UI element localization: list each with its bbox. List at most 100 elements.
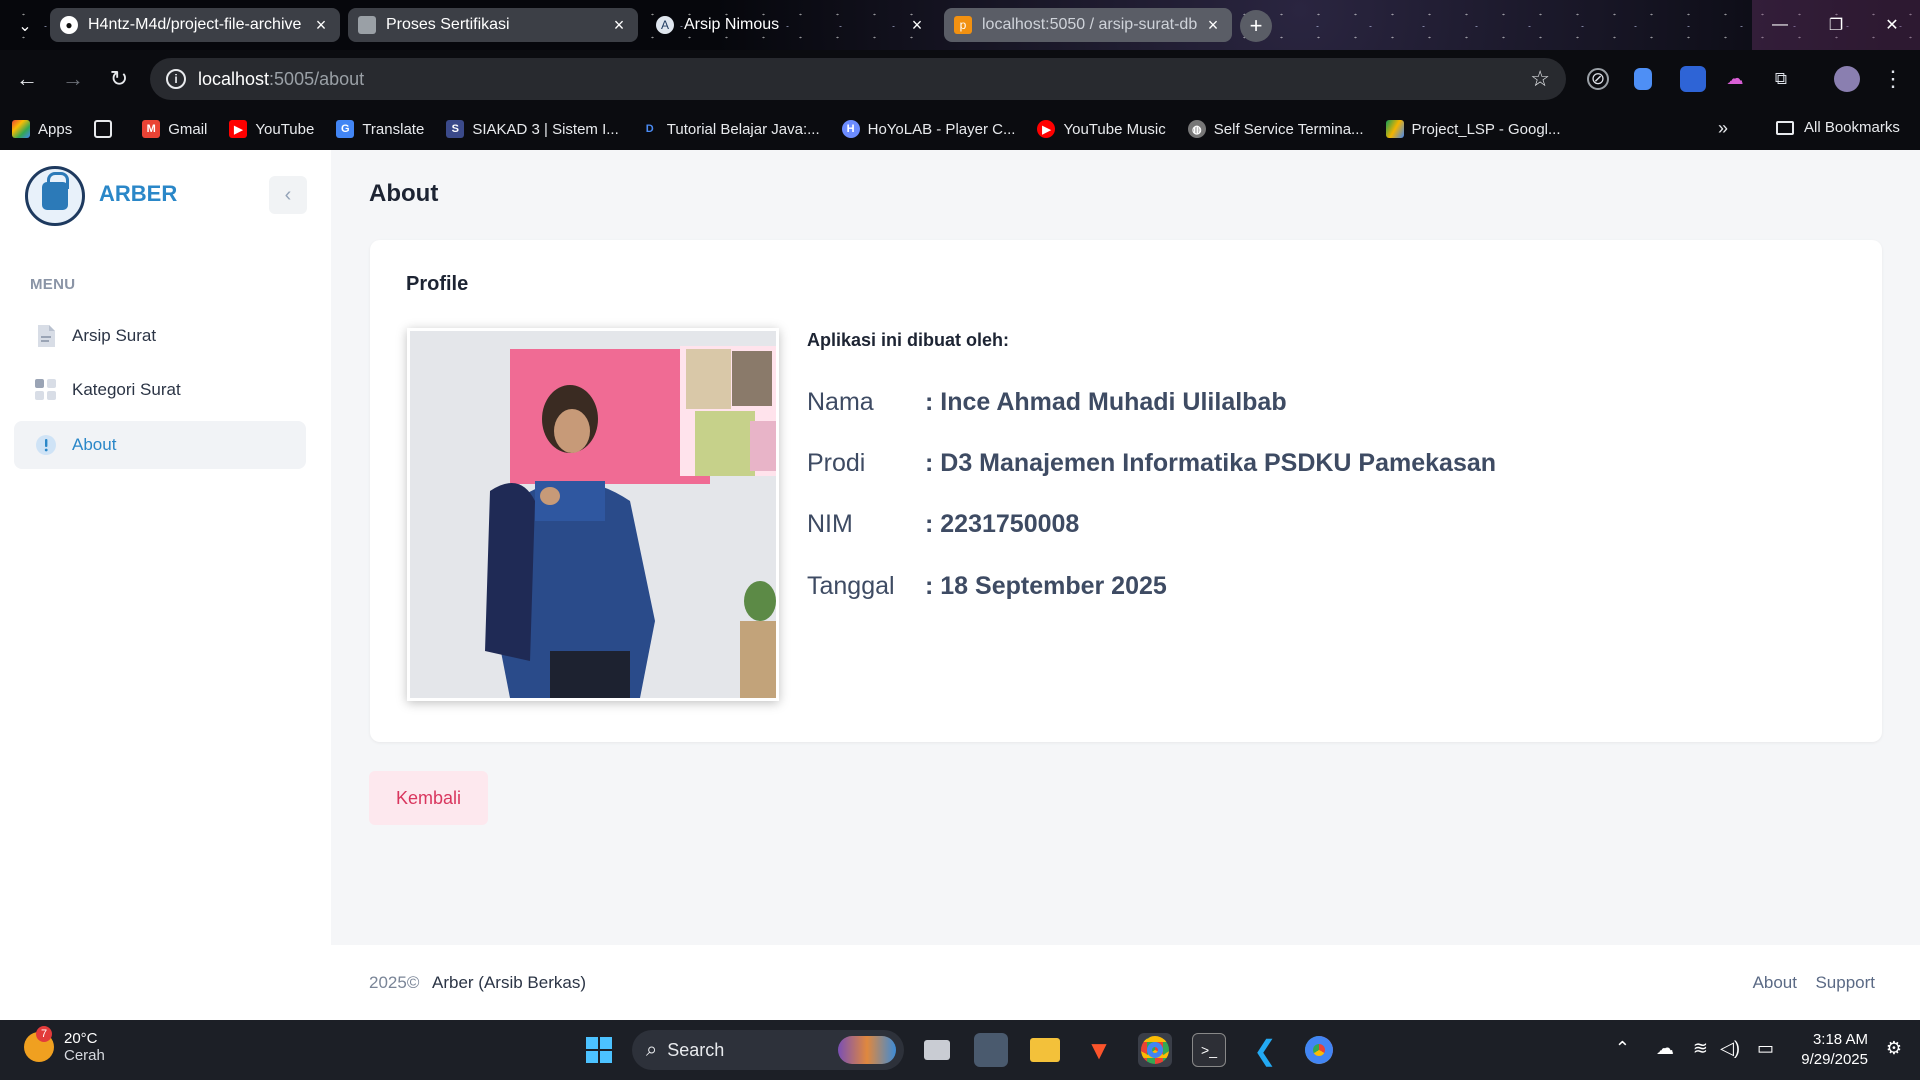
bookmark-hoyolab[interactable]: H HoYoLAB - Player C... (841, 120, 1015, 138)
sidebar-item-about[interactable]: About (14, 421, 306, 469)
close-icon[interactable]: × (908, 15, 926, 36)
bookmark-grid[interactable] (94, 120, 120, 138)
url-bar[interactable]: i localhost:5005/about ☆ (150, 58, 1566, 100)
windows-start-icon[interactable] (582, 1033, 616, 1067)
maximize-icon[interactable]: ❐ (1808, 0, 1864, 50)
battery-icon[interactable]: ▭ (1757, 1038, 1774, 1059)
close-icon[interactable]: × (312, 15, 330, 36)
detail-row-nim: NIM : 2231750008 (807, 510, 1079, 539)
minimize-icon[interactable]: — (1752, 0, 1808, 50)
weather-badge: 7 (36, 1026, 52, 1042)
site-info-icon[interactable]: i (166, 69, 186, 89)
form-icon (358, 16, 376, 34)
bookmark-star-icon[interactable]: ☆ (1530, 66, 1550, 92)
forward-icon[interactable]: → (54, 60, 92, 98)
chevron-up-icon[interactable]: ⌃ (1615, 1038, 1630, 1059)
detail-value: : 2231750008 (925, 510, 1080, 538)
more-bookmarks-icon[interactable]: » (1718, 118, 1728, 139)
copy-extension-icon[interactable] (1680, 66, 1706, 92)
cloud-extension-icon[interactable]: ☁ (1722, 66, 1748, 92)
volume-icon[interactable]: ◁) (1720, 1038, 1740, 1059)
card-title: Profile (406, 273, 469, 295)
address-bar-row: ← → ↻ i localhost:5005/about ☆ ⊘ ☁ ⧉ ⋮ (0, 50, 1920, 108)
task-view-icon[interactable] (920, 1033, 954, 1067)
reload-icon[interactable]: ↻ (100, 60, 138, 98)
back-button[interactable]: Kembali (369, 771, 488, 825)
notification-icon[interactable]: ⚙ (1886, 1038, 1902, 1059)
docs-extension-icon[interactable] (1634, 68, 1652, 90)
bookmark-tutorial-java[interactable]: D Tutorial Belajar Java:... (641, 120, 820, 138)
detail-row-prodi: Prodi : D3 Manajemen Informatika PSDKU P… (807, 449, 1496, 478)
detail-key: Nama (807, 388, 874, 416)
terminal-icon[interactable]: >_ (1192, 1033, 1226, 1067)
app-icon[interactable] (974, 1033, 1008, 1067)
file-explorer-icon[interactable] (1028, 1033, 1062, 1067)
bookmark-self-service[interactable]: ◍ Self Service Termina... (1187, 120, 1364, 138)
footer-year: 2025© (369, 973, 420, 992)
clock-date: 9/29/2025 (1801, 1051, 1868, 1068)
youtube-music-icon: ▶ (1037, 120, 1056, 138)
wifi-icon[interactable]: ≋ (1693, 1038, 1708, 1059)
close-window-icon[interactable]: ✕ (1864, 0, 1920, 50)
chrome-profile-icon[interactable] (1302, 1033, 1336, 1067)
search-highlight-icon (838, 1036, 896, 1064)
gmail-icon: M (142, 120, 161, 138)
detail-row-nama: Nama : Ince Ahmad Muhadi Ulilalbab (807, 388, 1287, 417)
footer: 2025© Arber (Arsib Berkas) About Support (331, 945, 1920, 1020)
close-icon[interactable]: × (610, 15, 628, 36)
brand-logo-icon (25, 166, 85, 226)
brave-icon[interactable]: ▼ (1082, 1033, 1116, 1067)
bookmark-siakad[interactable]: S SIAKAD 3 | Sistem I... (446, 120, 619, 138)
dicoding-icon: D (645, 123, 654, 135)
clock[interactable]: 3:18 AM 9/29/2025 (1801, 1030, 1868, 1070)
sidebar-item-arsip-surat[interactable]: Arsip Surat (14, 312, 306, 360)
detail-key: Prodi (807, 449, 866, 477)
tab-search-button[interactable]: ⌄ (12, 13, 38, 39)
bookmark-youtube[interactable]: ▶ YouTube (229, 120, 314, 138)
profile-avatar-icon[interactable] (1834, 66, 1860, 92)
tab-sertifikasi[interactable]: Proses Sertifikasi × (348, 8, 638, 42)
detail-row-tanggal: Tanggal : 18 September 2025 (807, 572, 1167, 601)
collapse-sidebar-button[interactable]: ‹ (269, 176, 307, 214)
bookmark-youtube-music[interactable]: ▶ YouTube Music (1037, 120, 1166, 138)
bookmark-apps[interactable]: Apps (12, 120, 72, 138)
tab-phpmyadmin[interactable]: p localhost:5050 / arsip-surat-db × (944, 8, 1232, 42)
close-icon[interactable]: × (1204, 15, 1222, 36)
detail-value: : D3 Manajemen Informatika PSDKU Pamekas… (925, 449, 1497, 477)
taskbar: 7 20°C Cerah ⌕ Search ▼ >_ ❮ ⌃ ☁ ≋ ◁) ▭ … (0, 1020, 1920, 1080)
detail-value: : 18 September 2025 (925, 572, 1167, 600)
page-title: About (369, 180, 439, 207)
taskbar-search[interactable]: ⌕ Search (632, 1030, 904, 1070)
profile-photo (407, 328, 779, 701)
all-bookmarks[interactable]: All Bookmarks (1776, 119, 1900, 136)
bookmark-project-lsp[interactable]: Project_LSP - Googl... (1385, 120, 1561, 138)
grid-icon (94, 120, 113, 138)
tab-github[interactable]: ● H4ntz-M4d/project-file-archive × (50, 8, 340, 42)
apps-grid-icon (12, 120, 30, 138)
footer-link-about[interactable]: About (1753, 973, 1797, 993)
made-by-label: Aplikasi ini dibuat oleh: (807, 330, 1010, 350)
menu-kebab-icon[interactable]: ⋮ (1880, 66, 1906, 92)
bookmark-gmail[interactable]: M Gmail (142, 120, 207, 138)
brand-name[interactable]: ARBER (99, 181, 177, 207)
tab-arsip-nimous[interactable]: A Arsip Nimous × (646, 8, 936, 42)
browser-tab-bar: ⌄ ● H4ntz-M4d/project-file-archive × Pro… (0, 0, 1920, 50)
globe-icon: ◍ (1187, 120, 1206, 138)
bookmark-translate[interactable]: G Translate (336, 120, 424, 138)
vscode-icon[interactable]: ❮ (1248, 1033, 1282, 1067)
extension-icon[interactable]: ⊘ (1587, 68, 1609, 90)
detail-key: NIM (807, 510, 853, 538)
url-path: :5005/about (269, 68, 365, 89)
footer-link-support[interactable]: Support (1815, 973, 1875, 993)
detail-value: : Ince Ahmad Muhadi Ulilalbab (925, 388, 1287, 416)
weather-moon-icon: 7 (24, 1026, 54, 1062)
info-icon (34, 433, 58, 457)
extensions-puzzle-icon[interactable]: ⧉ (1768, 66, 1794, 92)
back-icon[interactable]: ← (8, 60, 46, 98)
hoyolab-icon: H (841, 120, 860, 138)
weather-widget[interactable]: 7 20°C Cerah (24, 1026, 105, 1064)
new-tab-button[interactable]: + (1240, 10, 1272, 42)
onedrive-icon[interactable]: ☁ (1656, 1038, 1674, 1059)
sidebar-item-kategori-surat[interactable]: Kategori Surat (14, 366, 306, 414)
chrome-icon[interactable] (1138, 1033, 1172, 1067)
